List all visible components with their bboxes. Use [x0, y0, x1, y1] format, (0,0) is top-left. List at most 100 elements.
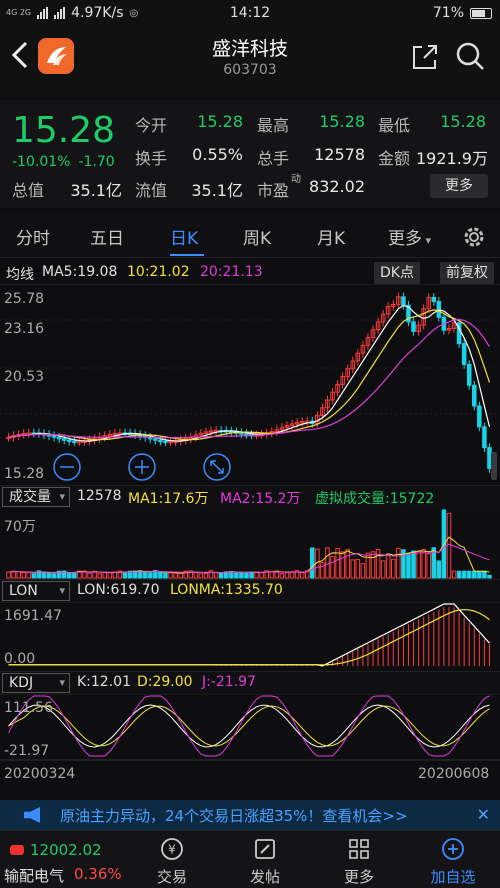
tab-intraday[interactable]: 分时 — [16, 224, 50, 249]
candle-body — [245, 434, 249, 436]
candle-body — [473, 385, 477, 406]
tab-five-day[interactable]: 五日 — [90, 224, 124, 249]
candle-body — [154, 439, 158, 441]
candle-body — [159, 440, 163, 442]
low-value: 15.28 — [428, 112, 486, 131]
lon-lines — [9, 604, 490, 666]
nav-post-label: 发帖 — [230, 866, 300, 887]
candle-body — [462, 344, 466, 365]
volume-bar — [346, 550, 350, 578]
candle-body — [412, 322, 416, 332]
volume-bar — [452, 571, 456, 578]
market-cap-value: 35.1亿 — [62, 177, 122, 201]
zoom-in-icon[interactable] — [127, 452, 157, 482]
volume-bars — [7, 510, 491, 578]
volume-bar — [407, 553, 411, 578]
volume-indicator-selector[interactable]: 成交量 — [2, 487, 70, 507]
nav-add-watchlist-button[interactable]: 加自选 — [418, 831, 488, 888]
period-tabs: 分时 五日 日K 周K 月K 更多 ▾ — [0, 214, 500, 258]
tab-more[interactable]: 更多 ▾ — [388, 224, 431, 249]
tab-daily-k[interactable]: 日K — [170, 224, 198, 249]
virtual-volume: 虚拟成交量:15722 — [315, 488, 434, 508]
lon-line — [9, 604, 490, 666]
volume-value: 12578 — [77, 488, 122, 504]
nav-post-button[interactable]: 发帖 — [230, 831, 300, 888]
sector-badge-icon — [10, 845, 24, 855]
volume-bar — [73, 573, 77, 578]
volume-bar — [7, 572, 11, 578]
kdj-indicator-selector[interactable]: KDJ — [2, 673, 70, 693]
volume-bar — [326, 548, 330, 578]
tab-monthly-k[interactable]: 月K — [317, 224, 345, 249]
gear-icon[interactable] — [461, 224, 487, 254]
ma-line — [9, 320, 490, 438]
volume-bar — [68, 573, 72, 578]
volume-bar — [351, 560, 355, 578]
promo-banner[interactable]: 原油主力异动，24个交易日涨超35%！查看机会>> ✕ — [0, 800, 500, 830]
close-icon[interactable]: ✕ — [477, 805, 490, 824]
volume-bar — [376, 549, 380, 578]
fullscreen-icon[interactable] — [202, 452, 232, 482]
date-start: 20200324 — [4, 766, 75, 782]
ma5-value: MA5:19.08 — [42, 264, 117, 280]
post-icon — [253, 837, 277, 861]
search-icon[interactable] — [454, 40, 486, 76]
quote-more-button[interactable]: 更多 — [430, 174, 488, 198]
volume-bar — [245, 573, 249, 578]
nav-trade-button[interactable]: ¥ 交易 — [137, 831, 207, 888]
kdj-j-line — [9, 696, 490, 756]
volume-bar — [250, 572, 254, 578]
zoom-out-icon[interactable] — [52, 452, 82, 482]
volume-bar — [47, 573, 51, 578]
share-icon[interactable] — [410, 42, 440, 76]
volume-bar — [285, 573, 289, 578]
battery-icon — [470, 8, 492, 19]
nav-add-watchlist-label: 加自选 — [418, 866, 488, 887]
bottom-nav: 12002.02 输配电气 0.36% ¥ 交易 发帖 更多 加自选 — [0, 830, 500, 888]
open-value: 15.28 — [185, 112, 243, 131]
ma-line — [9, 305, 490, 441]
price-change: -10.01% -1.70 — [12, 154, 115, 170]
svg-text:¥: ¥ — [168, 843, 176, 857]
status-bar: 4G 2G 4.97K/s ◎ 14:12 71% — [0, 0, 500, 28]
candle-body — [52, 436, 56, 438]
lon-indicator-selector[interactable]: LON — [2, 581, 70, 601]
low-label: 最低 — [378, 112, 410, 136]
sector-index[interactable]: 12002.02 输配电气 0.36% — [0, 831, 125, 888]
volume-bar — [381, 561, 385, 578]
volume-bar — [473, 571, 477, 578]
nav-more-button[interactable]: 更多 — [324, 831, 394, 888]
volume-bar — [300, 573, 304, 578]
forward-adjust-button[interactable]: 前复权 — [440, 262, 494, 284]
high-label: 最高 — [257, 112, 289, 136]
volume-bar — [42, 572, 46, 578]
kdj-j-value: J:-21.97 — [202, 674, 256, 690]
volume-bar — [235, 572, 239, 578]
volume-bar — [483, 571, 487, 578]
tab-weekly-k[interactable]: 周K — [243, 224, 271, 249]
volume-bar — [27, 573, 31, 578]
total-volume-label: 总手 — [257, 145, 289, 169]
volume-bar — [199, 574, 203, 578]
volume-bar — [412, 551, 416, 578]
grid-icon — [347, 837, 371, 861]
volume-bar — [255, 572, 259, 578]
battery-level: 71% — [433, 5, 464, 21]
chart-scrollbar[interactable] — [491, 452, 497, 480]
candle-body — [478, 406, 482, 427]
dk-point-button[interactable]: DK点 — [374, 262, 420, 284]
trade-icon: ¥ — [160, 837, 184, 861]
sector-name: 输配电气 — [4, 865, 64, 886]
volume-bar — [422, 549, 426, 578]
volume-legend: 成交量 12578 MA1:17.6万 MA2:15.2万 虚拟成交量:1572… — [0, 486, 500, 508]
candle-body — [483, 427, 487, 448]
current-price: 15.28 — [12, 110, 115, 151]
date-end: 20200608 — [418, 766, 489, 782]
kline-chart-area[interactable] — [0, 284, 500, 770]
candle-body — [164, 441, 168, 443]
pe-label: 市盈 — [257, 177, 289, 201]
megaphone-icon — [24, 807, 40, 823]
amount-value: 1921.9万 — [412, 145, 488, 169]
pe-value: 832.02 — [300, 177, 365, 196]
candle-body — [240, 433, 244, 435]
